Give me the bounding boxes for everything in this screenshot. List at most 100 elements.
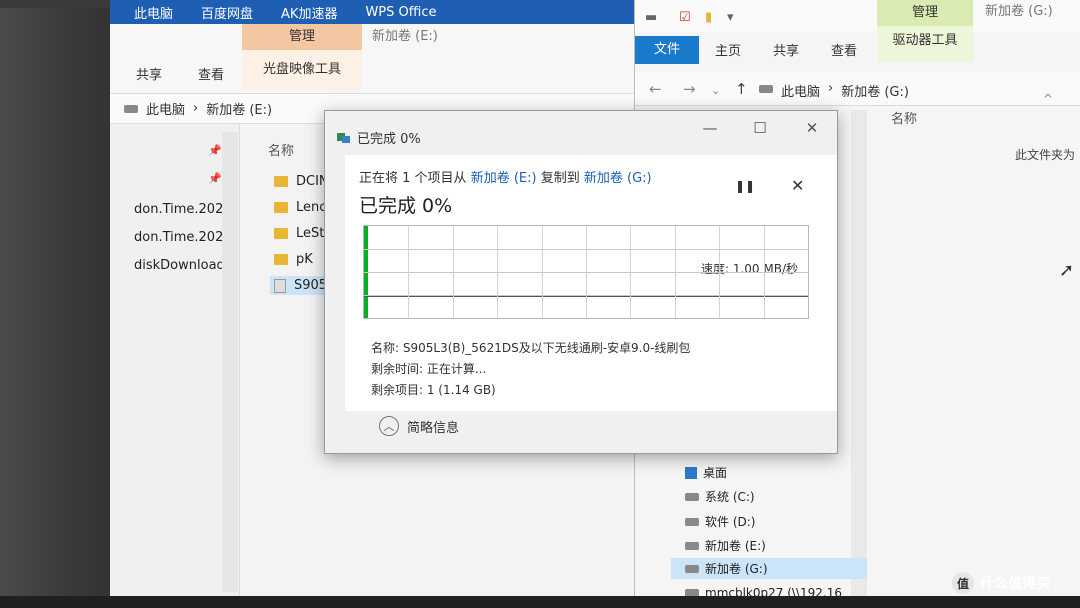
nav-item[interactable]: don.Time.2022 <box>134 202 232 217</box>
nav-item-g[interactable]: 新加卷 (G:) <box>671 558 867 579</box>
graph-gridline <box>719 226 721 318</box>
watermark-logo: 值 什么值得买 <box>952 572 1050 594</box>
ribbon: 管理 光盘映像工具 新加卷 (E:) 共享 查看 <box>110 24 640 94</box>
scrollbar[interactable] <box>851 110 867 608</box>
maximize-button[interactable]: ☐ <box>745 115 775 141</box>
file-name: S905 <box>294 278 328 293</box>
destination-link[interactable]: 新加卷 (G:) <box>584 171 652 186</box>
pause-button[interactable]: ❚❚ <box>735 179 755 193</box>
drive-icon <box>685 564 699 573</box>
monitor-bezel-bottom <box>0 596 1080 608</box>
cancel-button[interactable]: ✕ <box>791 176 804 195</box>
dialog-title-text: 已完成 0% <box>357 132 421 147</box>
nav-item-d[interactable]: 软件 (D:) <box>685 513 755 530</box>
tab-view[interactable]: 查看 <box>831 40 857 59</box>
address-bar[interactable]: ← → ⌄ ↑ 此电脑 › 新加卷 (G:) <box>635 72 1080 106</box>
less-details-label: 简略信息 <box>407 420 460 436</box>
taskbar-item-baidu[interactable]: 百度网盘 <box>201 3 253 22</box>
breadcrumb-drive[interactable]: 新加卷 (G:) <box>841 81 909 100</box>
tab-share[interactable]: 共享 <box>136 64 162 83</box>
list-item[interactable]: DCIN <box>274 174 329 189</box>
graph-gridline <box>586 226 587 318</box>
graph-gridline <box>452 226 454 318</box>
forward-arrow-icon[interactable]: → <box>683 80 696 98</box>
taskbar-item-computer[interactable]: 此电脑 <box>134 3 173 22</box>
list-item[interactable]: Lenc <box>274 200 326 215</box>
graph-gridline <box>541 226 543 318</box>
breadcrumb-computer[interactable]: 此电脑 <box>146 99 185 118</box>
desktop-icon <box>685 466 697 479</box>
chevron-down-icon[interactable]: ⌄ <box>711 84 720 97</box>
file-name: pK <box>296 252 313 267</box>
chevron-right-icon: › <box>193 101 199 116</box>
properties-icon[interactable]: ☑ <box>679 10 691 25</box>
scrollbar[interactable] <box>222 132 238 592</box>
nav-item[interactable]: don.Time.2022 <box>134 230 232 245</box>
empty-folder-message: 此文件夹为 <box>1015 148 1076 162</box>
dropdown-icon[interactable]: ▾ <box>727 10 734 25</box>
tab-manage[interactable]: 管理 <box>242 24 362 50</box>
drive-icon <box>124 104 138 113</box>
nav-item-c[interactable]: 系统 (C:) <box>685 488 755 505</box>
watermark-badge: 值 <box>952 572 974 594</box>
drive-icon <box>685 517 699 526</box>
close-button[interactable]: ✕ <box>797 115 827 141</box>
file-name: Lenc <box>296 200 327 215</box>
drive-icon <box>685 541 699 550</box>
copy-middle: 复制到 <box>540 171 580 186</box>
tab-drive-tools[interactable]: 驱动器工具 <box>877 26 973 62</box>
nav-item[interactable]: diskDownload <box>134 258 225 273</box>
dialog-body: 正在将 1 个项目从 新加卷 (E:) 复制到 新加卷 (G:) 已完成 0% … <box>345 155 837 411</box>
source-link[interactable]: 新加卷 (E:) <box>471 171 537 186</box>
folder-icon[interactable]: ▮ <box>705 10 712 25</box>
column-header-name[interactable]: 名称 <box>891 108 917 127</box>
navigation-pane: 📌 📌 don.Time.2022 don.Time.2022 diskDown… <box>110 124 240 596</box>
tab-share[interactable]: 共享 <box>773 40 799 59</box>
graph-gridline <box>763 226 765 318</box>
nav-item-e[interactable]: 新加卷 (E:) <box>685 537 766 554</box>
list-item[interactable]: LeSt <box>274 226 324 241</box>
breadcrumb-drive[interactable]: 新加卷 (E:) <box>206 99 272 118</box>
file-name: LeSt <box>296 226 325 241</box>
less-details-button[interactable]: ︿ 简略信息 <box>379 416 459 436</box>
back-arrow-icon[interactable]: ← <box>649 80 662 98</box>
chevron-up-icon: ︿ <box>379 416 399 436</box>
monitor-bezel <box>0 0 110 608</box>
speed-graph: 速度: 1.00 MB/秒 <box>363 225 809 319</box>
items-remaining-line: 剩余项目: 1 (1.14 GB) <box>371 383 496 397</box>
tab-home[interactable]: 主页 <box>715 40 741 59</box>
drive-icon[interactable]: ▬ <box>645 10 657 25</box>
nav-item-label: 系统 (C:) <box>705 490 755 504</box>
window-title: 新加卷 (E:) <box>372 29 438 44</box>
folder-icon <box>274 176 288 187</box>
breadcrumb: 此电脑 › 新加卷 (G:) <box>759 81 909 100</box>
folder-icon <box>274 202 288 213</box>
copy-progress-dialog: 已完成 0% — ☐ ✕ 正在将 1 个项目从 新加卷 (E:) 复制到 新加卷… <box>324 110 838 454</box>
pin-icon: 📌 <box>208 144 222 157</box>
list-item[interactable]: pK <box>274 252 313 267</box>
minimize-button[interactable]: — <box>695 115 725 141</box>
tab-view[interactable]: 查看 <box>198 64 224 83</box>
mouse-cursor-icon: ➚ <box>1059 260 1075 281</box>
dialog-title: 已完成 0% <box>337 128 421 147</box>
tab-file[interactable]: 文件 <box>635 36 699 64</box>
taskbar-item-wps[interactable]: WPS Office <box>365 5 436 20</box>
tab-disc-image-tools[interactable]: 光盘映像工具 <box>242 50 362 90</box>
speed-label: 速度: 1.00 MB/秒 <box>698 260 800 277</box>
up-arrow-icon[interactable]: ↑ <box>735 80 748 98</box>
list-item-selected[interactable]: S905 <box>270 276 332 295</box>
file-icon <box>274 278 286 293</box>
chevron-up-icon[interactable]: ^ <box>1043 92 1053 106</box>
tab-manage[interactable]: 管理 <box>877 0 973 26</box>
folder-icon <box>274 254 288 265</box>
nav-item-desktop[interactable]: 桌面 <box>685 464 727 481</box>
breadcrumb-computer[interactable]: 此电脑 <box>781 81 820 100</box>
time-remaining-line: 剩余时间: 正在计算... <box>371 362 487 376</box>
copy-description: 正在将 1 个项目从 新加卷 (E:) 复制到 新加卷 (G:) <box>359 167 652 186</box>
column-header-name[interactable]: 名称 <box>268 140 294 159</box>
window-title: 新加卷 (G:) <box>985 4 1053 19</box>
nav-item-label: 软件 (D:) <box>705 515 756 529</box>
taskbar-item-ak[interactable]: AK加速器 <box>281 3 337 22</box>
nav-item-label: 桌面 <box>703 466 728 480</box>
drive-icon <box>685 492 699 501</box>
